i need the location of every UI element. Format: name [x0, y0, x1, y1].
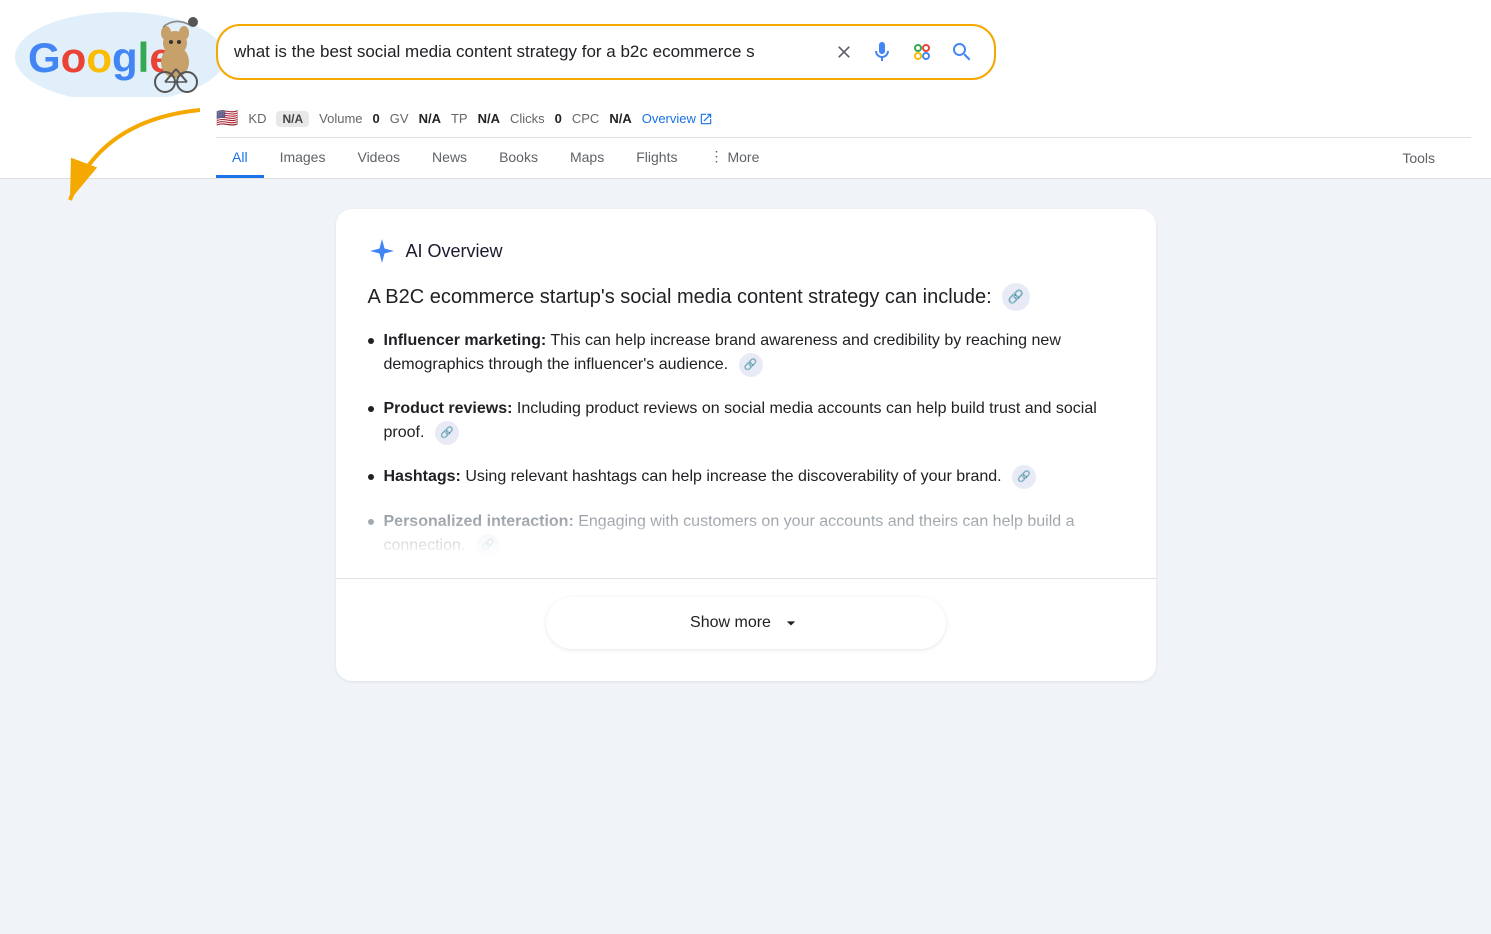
tab-videos[interactable]: Videos [341, 139, 416, 178]
list-item-4: Personalized interaction: Engaging with … [368, 510, 1124, 558]
tp-value: N/A [478, 111, 500, 126]
google-logo[interactable]: Google [20, 12, 200, 92]
kd-label: KD [248, 111, 266, 126]
svg-text:Google: Google [28, 34, 173, 81]
tab-books[interactable]: Books [483, 139, 554, 178]
list-item-2-bold: Product reviews: [384, 400, 513, 417]
ai-overview-header: AI Overview [368, 237, 1124, 265]
cpc-value: N/A [609, 111, 631, 126]
image-search-button[interactable] [906, 36, 938, 68]
show-more-container: Show more [368, 579, 1124, 673]
volume-value: 0 [373, 111, 380, 126]
list-item-4-link-icon[interactable]: 🔗 [476, 534, 500, 558]
tab-flights[interactable]: Flights [620, 139, 693, 178]
list-item-3: Hashtags: Using relevant hashtags can he… [368, 465, 1124, 489]
show-more-button[interactable]: Show more [546, 597, 946, 649]
voice-search-button[interactable] [866, 36, 898, 68]
kd-badge: N/A [276, 111, 309, 127]
clear-search-button[interactable] [830, 38, 858, 66]
overview-link[interactable]: Overview [642, 111, 713, 126]
search-input[interactable] [234, 42, 822, 62]
search-button[interactable] [946, 36, 978, 68]
bullet-3 [368, 474, 374, 480]
tab-news[interactable]: News [416, 139, 483, 178]
clicks-value: 0 [555, 111, 562, 126]
list-item-2: Product reviews: Including product revie… [368, 397, 1124, 445]
ai-list-container: Influencer marketing: This can help incr… [368, 329, 1124, 558]
list-item-1: Influencer marketing: This can help incr… [368, 329, 1124, 377]
list-item-3-text: Using relevant hashtags can help increas… [465, 469, 1001, 486]
ai-overview-title: AI Overview [406, 241, 503, 262]
ai-overview-list: Influencer marketing: This can help incr… [368, 329, 1124, 558]
show-more-label: Show more [690, 614, 771, 632]
tab-more[interactable]: ⋮ More [693, 138, 775, 178]
cpc-label: CPC [572, 111, 599, 126]
gv-value: N/A [419, 111, 441, 126]
gv-label: GV [390, 111, 409, 126]
list-item-1-bold: Influencer marketing: [384, 332, 547, 349]
tab-all[interactable]: All [216, 139, 264, 178]
bullet-2 [368, 406, 374, 412]
clicks-label: Clicks [510, 111, 545, 126]
chevron-down-icon [781, 613, 801, 633]
ai-overview-heading: A B2C ecommerce startup's social media c… [368, 283, 1124, 311]
seo-toolbar: 🇺🇸 KD N/A Volume 0 GV N/A TP N/A Clicks … [216, 102, 1471, 137]
tp-label: TP [451, 111, 468, 126]
flag-icon: 🇺🇸 [216, 108, 238, 129]
list-item-1-link-icon[interactable]: 🔗 [739, 353, 763, 377]
tab-images[interactable]: Images [264, 139, 342, 178]
ai-overview-box: AI Overview A B2C ecommerce startup's so… [336, 209, 1156, 681]
list-item-3-bold: Hashtags: [384, 469, 461, 486]
header: Google [0, 0, 1491, 179]
volume-label: Volume [319, 111, 362, 126]
search-bar [216, 24, 996, 80]
search-bar-wrapper [216, 24, 996, 80]
list-item-3-link-icon[interactable]: 🔗 [1012, 465, 1036, 489]
list-item-4-bold: Personalized interaction: [384, 513, 574, 530]
nav-tabs: All Images Videos News Books Maps Flight… [216, 137, 1471, 178]
bullet-1 [368, 338, 374, 344]
ai-diamond-icon [368, 237, 396, 265]
tab-maps[interactable]: Maps [554, 139, 620, 178]
list-item-2-link-icon[interactable]: 🔗 [435, 421, 459, 445]
tab-tools[interactable]: Tools [1386, 140, 1451, 176]
main-content: AI Overview A B2C ecommerce startup's so… [0, 179, 1491, 879]
bullet-4 [368, 519, 374, 525]
heading-link-icon[interactable]: 🔗 [1002, 283, 1030, 311]
